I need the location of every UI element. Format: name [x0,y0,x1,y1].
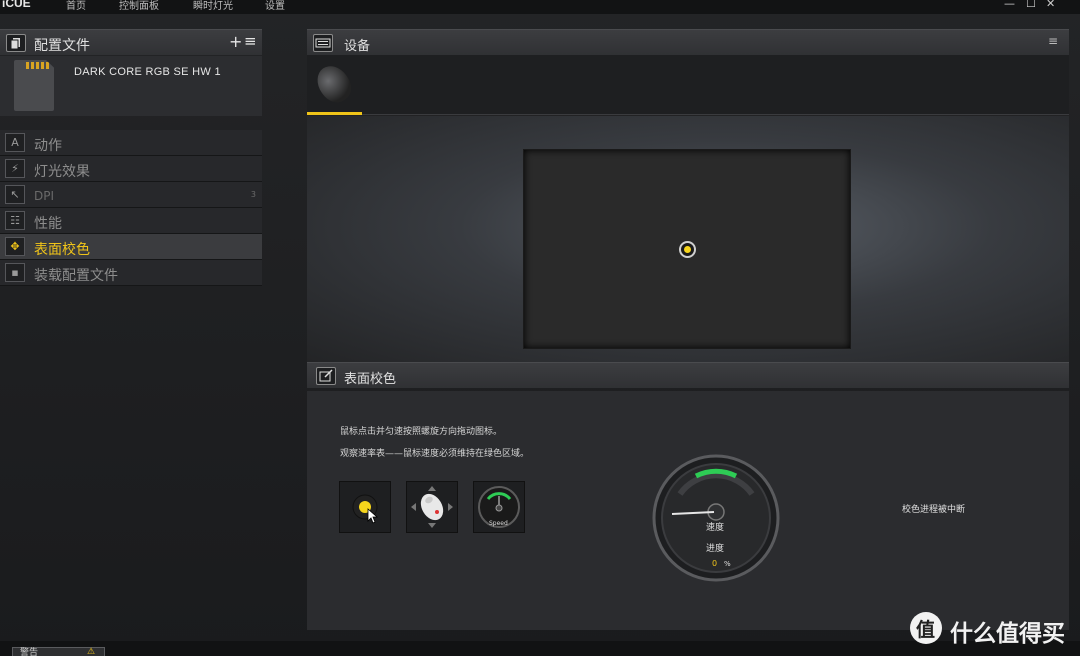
speed-progress-gauge: 速度 进度 0 % [652,454,780,582]
action-icon: A [5,133,25,152]
device-tab-selected-indicator [307,112,362,115]
app-logo: iCUE [2,0,31,10]
menu-item-label: DPI [34,189,55,203]
watermark-text: 什么值得买 [950,621,1065,647]
profiles-menu-icon[interactable]: ≡ [244,32,257,50]
keyboard-icon [313,34,333,52]
minimize-icon[interactable]: — [1004,0,1015,10]
add-profile-button[interactable]: + [229,32,242,51]
bottom-bar [0,641,1080,656]
lightning-icon: ⚡ [5,159,25,178]
click-target-icon [352,494,379,524]
step-drag-mouse [406,481,458,533]
nav-instant-lighting[interactable]: 瞬时灯光 [193,0,233,12]
warning-icon: ⚠ [87,647,96,656]
devices-title: 设备 [344,39,371,54]
devices-header: 设备 ≡ [307,29,1069,55]
mouse-drag-icon [411,486,453,528]
gauge-speed-label: 速度 [706,523,725,533]
instruction-drag: 鼠标点击并匀速按照螺旋方向拖动图标。 [340,427,503,437]
mouse-icon [310,59,358,109]
menu-item-label: 装载配置文件 [34,268,118,284]
menu-item-actions[interactable]: A 动作 [0,130,262,156]
calibration-drag-target[interactable] [679,241,696,258]
device-strip [307,55,1069,115]
edit-icon [316,367,336,385]
warning-tab[interactable]: 警告 ⚠ [12,647,105,656]
gauge-progress-unit: % [724,560,731,568]
nav-settings[interactable]: 设置 [265,0,285,12]
menu-item-performance[interactable]: ☷ 性能 [0,208,262,234]
maximize-icon[interactable]: ☐ [1026,0,1036,10]
menu-item-surface-calibration[interactable]: ✥ 表面校色 [0,234,262,260]
top-bar: iCUE 首页 控制面板 瞬时灯光 设置 — ☐ ✕ [0,0,1080,14]
menu-item-label: 灯光效果 [34,164,90,180]
feature-menu: A 动作 ⚡ 灯光效果 ↖ DPI 3 ☷ 性能 ✥ 表面校色 ▪ 装载配置文件 [0,130,262,286]
nav-dashboard[interactable]: 控制面板 [119,0,159,12]
menu-item-label: 表面校色 [34,242,90,258]
cursor-icon: ↖ [5,185,25,204]
warning-label: 警告 [20,648,39,656]
menu-item-lighting[interactable]: ⚡ 灯光效果 [0,156,262,182]
calibration-header: 表面校色 [307,362,1069,388]
profile-card[interactable] [0,56,262,116]
gauge-progress-label: 进度 [706,544,725,554]
performance-icon: ☷ [5,211,25,230]
calibration-body: 鼠标点击并匀速按照螺旋方向拖动图标。 观察速率表——鼠标速度必须维持在绿色区域。 [307,391,1069,630]
menu-item-load-profile[interactable]: ▪ 装载配置文件 [0,260,262,286]
profiles-title: 配置文件 [34,38,90,54]
calibration-surface[interactable] [523,149,851,349]
step-speed-gauge: Speed [473,481,525,533]
devices-menu-icon[interactable]: ≡ [1048,34,1058,48]
load-profile-icon: ▪ [5,263,25,282]
app-window: iCUE 首页 控制面板 瞬时灯光 设置 — ☐ ✕ 配置文件 + ≡ DARK… [0,0,1080,656]
gauge-progress-value: 0 [712,559,718,568]
watermark-logo-icon: 值 [910,612,942,644]
close-icon[interactable]: ✕ [1046,0,1055,10]
calibration-stage [307,116,1069,362]
calibration-status: 校色进程被中断 [902,505,966,515]
nav-home[interactable]: 首页 [66,0,86,12]
profile-sdcard-icon [14,60,54,111]
profile-name: DARK CORE RGB SE HW 1 [74,66,221,78]
calibration-title: 表面校色 [344,372,397,387]
profiles-header: 配置文件 + ≡ [0,29,262,55]
profiles-icon [6,34,26,52]
menu-item-label: 动作 [34,138,62,154]
menu-item-label: 性能 [34,216,62,232]
speed-gauge-label: Speed [489,520,508,527]
step-click-target [339,481,391,533]
device-tab-mouse[interactable] [307,55,362,115]
dpi-count-badge: 3 [250,190,256,199]
menu-item-dpi[interactable]: ↖ DPI 3 [0,182,262,208]
surface-icon: ✥ [5,237,25,256]
instruction-speed: 观察速率表——鼠标速度必须维持在绿色区域。 [340,449,530,459]
